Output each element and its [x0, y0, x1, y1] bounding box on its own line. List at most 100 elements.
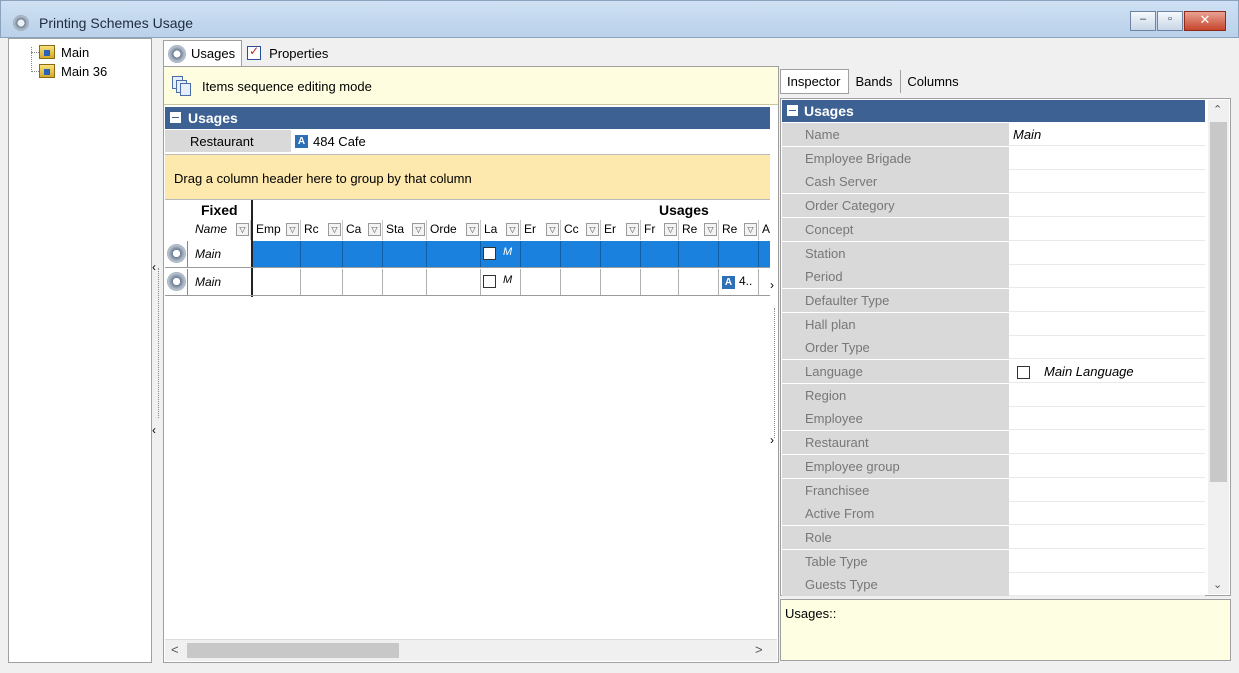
property-row[interactable]: Hall plan — [782, 312, 1205, 336]
scroll-down-icon[interactable]: ⌄ — [1213, 578, 1222, 591]
property-row[interactable]: Region — [782, 383, 1205, 407]
scroll-right-icon[interactable]: > — [755, 642, 763, 657]
filter-dropdown-icon[interactable]: ▽ — [546, 223, 559, 236]
filter-dropdown-icon[interactable]: ▽ — [368, 223, 381, 236]
property-row[interactable]: Name Main — [782, 123, 1205, 146]
filter-dropdown-icon[interactable]: ▽ — [744, 223, 757, 236]
close-button[interactable]: ✕ — [1184, 11, 1226, 31]
minimize-button[interactable]: – — [1130, 11, 1156, 31]
filter-dropdown-icon[interactable]: ▽ — [704, 223, 717, 236]
usage-cells[interactable]: M — [253, 241, 770, 267]
restaurant-value[interactable]: A 484 Cafe — [295, 134, 366, 149]
property-row[interactable]: Language Main Language — [782, 360, 1205, 383]
property-value[interactable]: Main — [1013, 127, 1041, 142]
property-row[interactable]: Employee — [782, 407, 1205, 431]
filter-dropdown-icon[interactable]: ▽ — [586, 223, 599, 236]
property-row[interactable]: Restaurant — [782, 431, 1205, 455]
filter-dropdown-icon[interactable]: ▽ — [466, 223, 479, 236]
filter-dropdown-icon[interactable]: ▽ — [286, 223, 299, 236]
filter-dropdown-icon[interactable]: ▽ — [236, 223, 249, 236]
language-cell[interactable]: M — [481, 241, 521, 267]
property-row[interactable]: Franchisee — [782, 478, 1205, 502]
usage-cells[interactable]: M A 4.. — [253, 269, 770, 295]
restore-button[interactable]: ▫ — [1157, 11, 1183, 31]
tab-inspector[interactable]: Inspector — [780, 68, 850, 94]
tab-bands[interactable]: Bands — [849, 69, 902, 93]
collapse-right-icon[interactable]: › — [770, 433, 774, 447]
inspector-group-header[interactable]: Usages — [782, 100, 1205, 122]
tree-item-main-36[interactable]: Main 36 — [39, 62, 107, 80]
tree-item-main[interactable]: Main — [39, 43, 89, 61]
column-header[interactable]: Rc ▽ — [301, 220, 343, 240]
column-header[interactable]: La ▽ — [481, 220, 521, 240]
collapse-icon[interactable] — [787, 105, 798, 116]
language-cell[interactable]: M — [481, 269, 521, 295]
scheme-tree[interactable]: Main Main 36 — [8, 38, 152, 663]
collapse-icon[interactable] — [170, 112, 181, 123]
column-header[interactable]: Cc ▽ — [561, 220, 601, 240]
splitter-grip[interactable] — [158, 268, 159, 418]
sequence-mode-bar[interactable]: Items sequence editing mode — [164, 67, 778, 105]
horizontal-scrollbar[interactable]: < > — [165, 639, 777, 661]
property-row[interactable]: Employee Brigade — [782, 146, 1205, 170]
property-row[interactable]: Employee group — [782, 454, 1205, 478]
filter-dropdown-icon[interactable]: ▽ — [506, 223, 519, 236]
column-header[interactable]: Er ▽ — [601, 220, 641, 240]
column-header[interactable]: Ca ▽ — [343, 220, 383, 240]
collapse-left-icon[interactable]: ‹ — [152, 260, 156, 274]
scrollbar-thumb[interactable] — [1210, 122, 1227, 482]
band-fixed[interactable]: Fixed — [201, 202, 238, 218]
table-row[interactable]: Main M — [165, 241, 770, 268]
table-row[interactable]: Main M A 4.. — [165, 269, 770, 296]
property-row[interactable]: Table Type — [782, 549, 1205, 573]
band-usages[interactable]: Usages — [659, 202, 709, 218]
scroll-up-icon[interactable]: ⌃ — [1213, 103, 1222, 116]
group-by-panel[interactable]: Drag a column header here to group by th… — [165, 154, 770, 200]
property-row[interactable]: Defaulter Type — [782, 288, 1205, 312]
scrollbar-thumb[interactable] — [187, 643, 399, 658]
column-header[interactable]: Fr ▽ — [641, 220, 679, 240]
language-checkbox[interactable] — [483, 247, 496, 260]
property-row[interactable]: Role — [782, 525, 1205, 549]
column-header[interactable]: Sta ▽ — [383, 220, 427, 240]
filter-dropdown-icon[interactable]: ▽ — [664, 223, 677, 236]
restaurant-cell[interactable]: A 4.. — [719, 269, 759, 295]
language-checkbox[interactable] — [1017, 366, 1030, 380]
usages-group-header[interactable]: Usages — [165, 107, 770, 129]
tab-properties[interactable]: Properties — [242, 40, 335, 66]
scroll-left-icon[interactable]: < — [171, 642, 179, 657]
tab-columns[interactable]: Columns — [901, 70, 966, 93]
row-indicator[interactable] — [165, 269, 188, 295]
tab-usages[interactable]: Usages — [163, 40, 243, 66]
vertical-scrollbar[interactable]: ⌃ ⌄ — [1208, 100, 1229, 594]
filter-dropdown-icon[interactable]: ▽ — [412, 223, 425, 236]
filter-dropdown-icon[interactable]: ▽ — [626, 223, 639, 236]
usages-grid[interactable]: Fixed Usages Name ▽ Emp ▽ Rc ▽ Ca ▽ Sta ▽ Ord… — [165, 200, 770, 330]
property-row[interactable]: Station — [782, 241, 1205, 265]
property-row[interactable]: Order Type — [782, 336, 1205, 360]
collapse-left-icon[interactable]: ‹ — [152, 423, 156, 437]
property-inspector[interactable]: Usages Name Main Employee Brigade Cash Serv… — [780, 98, 1231, 597]
property-row[interactable]: Guests Type — [782, 573, 1205, 597]
filter-dropdown-icon[interactable]: ▽ — [328, 223, 341, 236]
column-header-name[interactable]: Name ▽ — [192, 220, 251, 240]
row-indicator[interactable] — [165, 241, 188, 267]
column-header[interactable]: Er ▽ — [521, 220, 561, 240]
property-row[interactable]: Concept — [782, 217, 1205, 241]
column-header[interactable]: Re ▽ — [719, 220, 759, 240]
name-cell[interactable]: Main — [188, 241, 251, 267]
property-value[interactable]: Main Language — [1013, 364, 1134, 380]
splitter-grip[interactable] — [774, 308, 775, 438]
language-checkbox[interactable] — [483, 275, 496, 288]
property-row[interactable]: Period — [782, 265, 1205, 289]
property-row[interactable]: Active From — [782, 502, 1205, 526]
column-header[interactable]: A — [759, 220, 770, 240]
collapse-right-icon[interactable]: › — [770, 278, 774, 292]
property-row[interactable]: Cash Server — [782, 170, 1205, 194]
name-cell[interactable]: Main — [188, 269, 251, 295]
column-header[interactable]: Re ▽ — [679, 220, 719, 240]
column-header[interactable]: Emp ▽ — [253, 220, 301, 240]
restaurant-filter-row[interactable]: Restaurant A 484 Cafe — [165, 130, 770, 152]
column-header[interactable]: Orde ▽ — [427, 220, 481, 240]
property-row[interactable]: Order Category — [782, 194, 1205, 218]
